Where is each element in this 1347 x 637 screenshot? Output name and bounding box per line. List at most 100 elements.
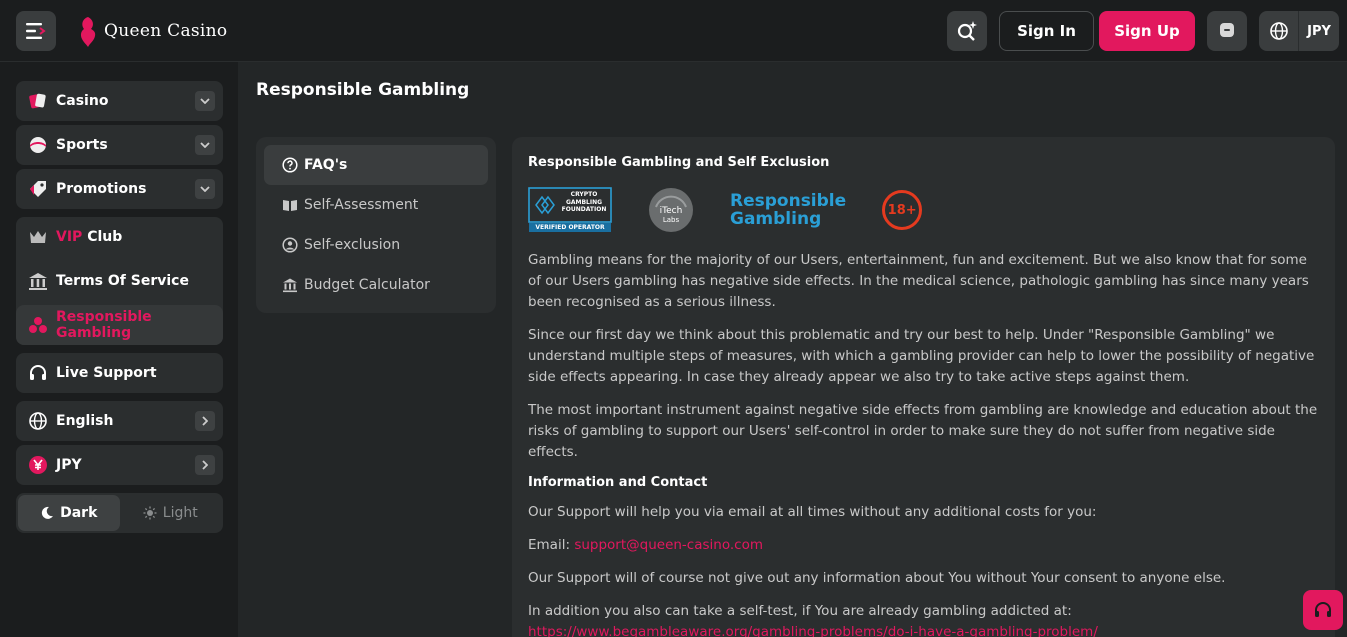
chips-icon: [28, 315, 48, 335]
email-paragraph: Email: support@queen-casino.com: [528, 535, 1319, 556]
theme-light-button[interactable]: Light: [120, 495, 222, 531]
responsible-gambling-logo[interactable]: Responsible Gambling: [730, 192, 846, 228]
sidebar-item-live-support[interactable]: Live Support: [16, 353, 223, 393]
hamburger-icon: [26, 23, 46, 39]
sidebar-item-responsible-gambling[interactable]: Responsible Gambling: [16, 305, 223, 345]
cgf-line1: CRYPTO: [570, 191, 598, 198]
sidebar-item-label: Club: [87, 229, 123, 245]
theme-light-label: Light: [162, 505, 198, 521]
yen-icon: [28, 455, 48, 475]
age-label: 18+: [887, 202, 917, 218]
faq-menu-item-self-assessment[interactable]: Self-Assessment: [264, 185, 488, 225]
sidebar-item-casino[interactable]: Casino: [16, 81, 223, 121]
paragraph: Our Support will help you via email at a…: [528, 504, 1097, 520]
itech-labs-logo[interactable]: iTech Labs: [648, 187, 694, 233]
sidebar-item-promotions[interactable]: Promotions: [16, 169, 223, 209]
sidebar-item-currency[interactable]: JPY: [16, 445, 223, 485]
sidebar-item-label: JPY: [56, 457, 82, 473]
globe-icon: [1259, 11, 1299, 51]
cgf-line2: GAMBLING: [565, 198, 603, 206]
headset-icon: [1315, 602, 1331, 617]
sidebar: Casino Sports Promotions VIP Club Terms …: [0, 62, 238, 637]
top-header: Queen Casino Sign In Sign Up JPY: [0, 0, 1347, 62]
paragraph: Gambling means for the majority of our U…: [528, 252, 1309, 310]
sidebar-item-terms[interactable]: Terms Of Service: [16, 261, 223, 301]
theme-dark-button[interactable]: Dark: [18, 495, 120, 531]
language-currency-button[interactable]: JPY: [1259, 11, 1339, 51]
sidebar-item-label: English: [56, 413, 114, 429]
search-button[interactable]: [947, 11, 987, 51]
chat-bubble-icon: [1220, 23, 1234, 37]
age-18-plus-badge[interactable]: 18+: [882, 190, 923, 230]
section-heading: Responsible Gambling and Self Exclusion: [528, 155, 830, 170]
rg-line1: Responsible: [730, 191, 847, 211]
logo-text: Queen Casino: [104, 21, 228, 41]
question-circle-icon: [282, 157, 298, 173]
sign-in-button[interactable]: Sign In: [999, 11, 1094, 51]
chevron-down-icon[interactable]: [195, 179, 215, 199]
cgf-line4: VERIFIED OPERATOR: [535, 224, 605, 231]
sidebar-item-label: Sports: [56, 137, 108, 153]
sun-icon: [143, 506, 157, 520]
ball-icon: [28, 135, 48, 155]
book-icon: [283, 200, 297, 211]
sidebar-group-info: VIP Club Terms Of Service Responsible Ga…: [16, 217, 223, 345]
faq-menu-label: FAQ's: [304, 157, 348, 173]
sidebar-item-label: Promotions: [56, 181, 147, 197]
currency-label: JPY: [1307, 23, 1331, 39]
content-panel: Responsible Gambling and Self Exclusion …: [512, 137, 1335, 637]
sidebar-item-vip-club[interactable]: VIP Club: [16, 217, 223, 257]
section-heading-contact: Information and Contact: [528, 475, 708, 490]
faq-menu-label: Budget Calculator: [304, 277, 430, 293]
crypto-gambling-foundation-logo[interactable]: CRYPTO GAMBLING FOUNDATION VERIFIED OPER…: [528, 187, 612, 233]
support-email-link[interactable]: support@queen-casino.com: [574, 537, 763, 553]
paragraph: In addition you also can take a self-tes…: [528, 603, 1072, 619]
page-title: Responsible Gambling: [256, 80, 470, 100]
certification-logos: CRYPTO GAMBLING FOUNDATION VERIFIED OPER…: [528, 184, 1319, 236]
paragraph: Since our first day we think about this …: [528, 327, 1315, 385]
menu-toggle-button[interactable]: [16, 11, 56, 51]
sidebar-item-sports[interactable]: Sports: [16, 125, 223, 165]
faq-menu-item-faqs[interactable]: FAQ's: [264, 145, 488, 185]
paragraph: The most important instrument against ne…: [528, 402, 1318, 460]
user-circle-icon: [282, 237, 298, 253]
live-support-fab[interactable]: [1303, 590, 1343, 630]
chat-button[interactable]: [1207, 11, 1247, 51]
chevron-right-icon[interactable]: [195, 411, 215, 431]
bank-icon: [283, 278, 297, 293]
bank-icon: [28, 271, 48, 291]
sidebar-item-label: Casino: [56, 93, 109, 109]
vip-label: VIP: [56, 229, 83, 245]
sidebar-item-label: Terms Of Service: [56, 273, 189, 289]
itech-line1: iTech: [659, 206, 683, 216]
faq-menu-label: Self-exclusion: [304, 237, 401, 253]
search-sparkle-icon: [957, 21, 977, 41]
theme-toggle: Dark Light: [16, 493, 223, 533]
chevron-down-icon[interactable]: [195, 135, 215, 155]
itech-line2: Labs: [662, 216, 680, 224]
paragraph: Our Support will of course not give out …: [528, 570, 1226, 586]
faq-menu-item-self-exclusion[interactable]: Self-exclusion: [264, 225, 488, 265]
cards-icon: [28, 91, 48, 111]
faq-menu-label: Self-Assessment: [304, 197, 419, 213]
site-logo[interactable]: Queen Casino: [78, 14, 227, 48]
email-label: Email:: [528, 537, 571, 553]
chevron-down-icon[interactable]: [195, 91, 215, 111]
chevron-right-icon[interactable]: [195, 455, 215, 475]
sign-up-button[interactable]: Sign Up: [1099, 11, 1195, 51]
cgf-line3: FOUNDATION: [561, 206, 607, 213]
moon-icon: [41, 506, 54, 519]
globe-icon: [28, 411, 48, 431]
rg-line2: Gambling: [730, 209, 822, 229]
headset-icon: [28, 363, 48, 383]
self-test-link[interactable]: https://www.begambleaware.org/gambling-p…: [528, 622, 1319, 637]
crown-icon: [28, 227, 48, 247]
sidebar-item-label: Live Support: [56, 365, 157, 381]
tag-icon: [28, 179, 48, 199]
queen-logo-icon: [80, 17, 96, 47]
theme-dark-label: Dark: [60, 505, 98, 521]
faq-menu: FAQ's Self-Assessment Self-exclusion Bud…: [256, 137, 496, 313]
sidebar-item-language[interactable]: English: [16, 401, 223, 441]
sidebar-item-label: Responsible Gambling: [56, 309, 152, 341]
faq-menu-item-budget-calculator[interactable]: Budget Calculator: [264, 265, 488, 305]
